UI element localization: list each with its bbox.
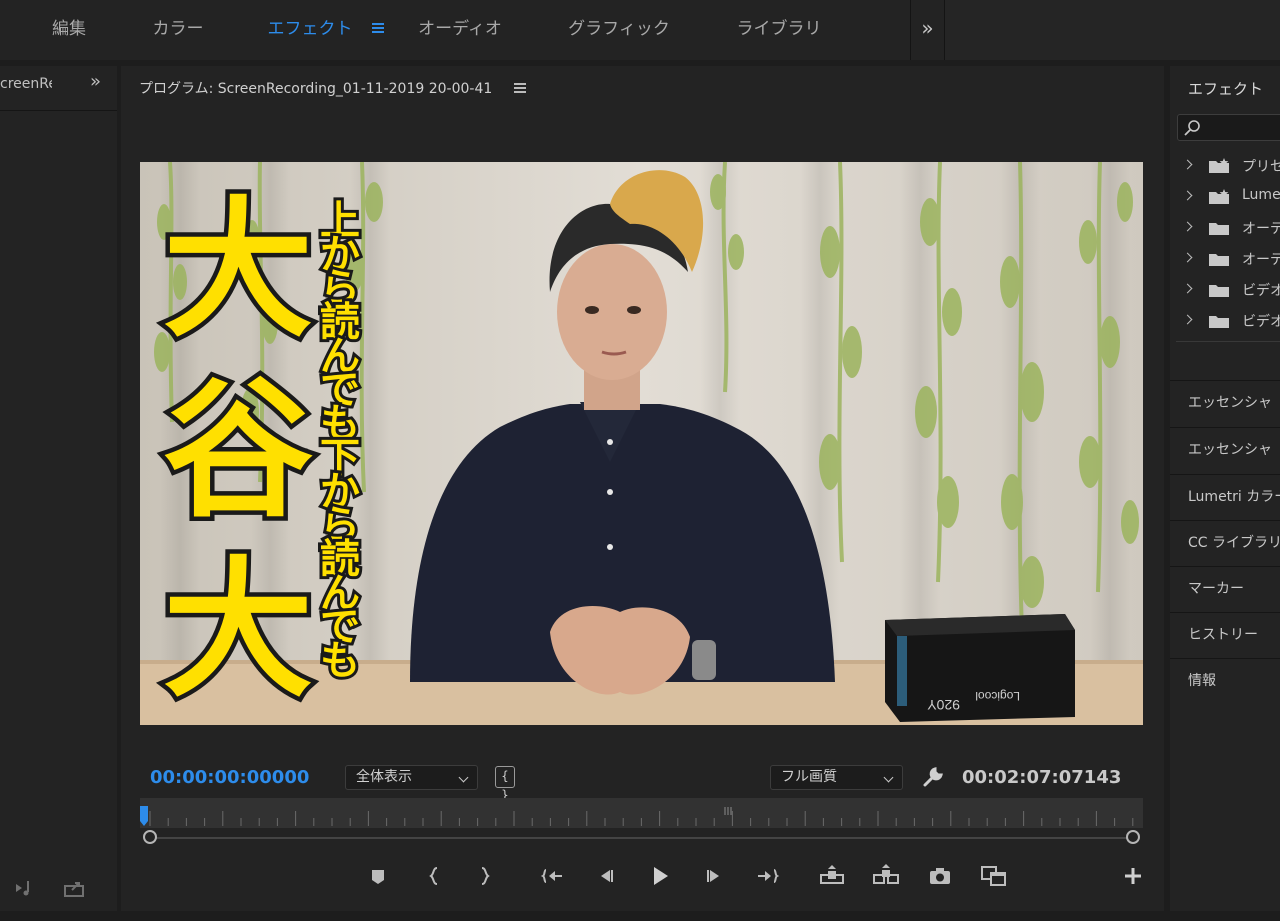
title-overlay: 大 谷 大 bbox=[158, 180, 317, 723]
mark-in-icon[interactable] bbox=[420, 861, 450, 891]
effects-tree-item[interactable]: Lumetri bbox=[1170, 181, 1280, 211]
person-face bbox=[557, 244, 667, 380]
chevron-down-icon bbox=[458, 772, 469, 783]
add-marker-icon[interactable] bbox=[363, 861, 393, 891]
effects-tree-item[interactable]: オーディ bbox=[1170, 212, 1280, 242]
collapsed-panel-header[interactable]: CC ライブラリ bbox=[1170, 520, 1280, 564]
workspace-overflow-icon[interactable]: » bbox=[910, 0, 945, 60]
time-ruler[interactable] bbox=[140, 798, 1143, 828]
program-monitor-title[interactable]: プログラム: ScreenRecording_01-11-2019 20-00-… bbox=[139, 78, 492, 98]
effects-tree-item-label: ビデオ bbox=[1242, 314, 1280, 330]
current-timecode[interactable]: 00:00:00:00000 bbox=[150, 767, 309, 788]
title-char-1: 大 bbox=[163, 184, 313, 358]
wrench-icon[interactable] bbox=[921, 765, 945, 789]
step-back-icon[interactable] bbox=[591, 861, 621, 891]
zoom-scroll-bar[interactable] bbox=[140, 830, 1143, 846]
project-footer-icons bbox=[14, 878, 107, 902]
effects-tree-item[interactable]: プリセ bbox=[1170, 150, 1280, 180]
lift-icon[interactable] bbox=[817, 861, 847, 891]
workspace-tab-audio[interactable]: オーディオ bbox=[410, 0, 510, 60]
workspace-tab-libraries[interactable]: ライブラリ bbox=[725, 0, 833, 60]
workspace-bar-filler bbox=[945, 0, 1280, 60]
export-frame-camera-icon[interactable] bbox=[925, 861, 955, 891]
collapsed-panel-header[interactable]: Lumetri カラー bbox=[1170, 474, 1280, 518]
chevron-right-icon[interactable] bbox=[1182, 252, 1193, 263]
effects-tree-item[interactable]: オーディ bbox=[1170, 243, 1280, 273]
quality-dropdown-value: フル画質 bbox=[781, 769, 837, 785]
effects-tree-item[interactable]: ビデオ bbox=[1170, 305, 1280, 335]
extract-icon[interactable] bbox=[871, 861, 901, 891]
program-monitor: プログラム: ScreenRecording_01-11-2019 20-00-… bbox=[121, 66, 1164, 911]
go-to-in-icon[interactable] bbox=[538, 861, 568, 891]
chevron-right-icon[interactable] bbox=[1182, 283, 1193, 294]
quality-dropdown[interactable]: フル画質 bbox=[770, 765, 903, 790]
folder-icon bbox=[1209, 316, 1229, 328]
title-char-2: 谷 bbox=[163, 364, 313, 538]
panel-overflow-icon[interactable]: » bbox=[90, 71, 101, 92]
effects-tree-item-label: ビデオ bbox=[1242, 283, 1280, 299]
chevron-down-icon bbox=[883, 772, 894, 783]
folder-icon bbox=[1209, 285, 1229, 297]
mark-out-icon[interactable] bbox=[469, 861, 499, 891]
audio-clip-icon[interactable] bbox=[14, 878, 38, 898]
effects-tree-item[interactable]: ビデオ bbox=[1170, 274, 1280, 304]
workspace-menu-icon[interactable] bbox=[370, 20, 386, 36]
search-icon bbox=[1184, 120, 1200, 136]
duration-timecode: 00:02:07:07143 bbox=[962, 767, 1122, 788]
chevron-right-icon[interactable] bbox=[1182, 190, 1193, 201]
svg-text:Logicool: Logicool bbox=[975, 689, 1020, 703]
folder-icon bbox=[1209, 223, 1229, 235]
step-forward-icon[interactable] bbox=[699, 861, 729, 891]
chevron-right-icon[interactable] bbox=[1182, 159, 1193, 170]
svg-text:920Y: 920Y bbox=[927, 697, 960, 713]
preset-folder-icon bbox=[1209, 189, 1229, 204]
chevron-right-icon[interactable] bbox=[1182, 314, 1193, 325]
collapsed-panel-header[interactable]: 情報 bbox=[1170, 658, 1280, 702]
effects-tree-bottom-border bbox=[1176, 341, 1280, 342]
video-preview[interactable]: Logicool 920Y 大 谷 大 上から読んでも下から読んでも bbox=[140, 162, 1143, 725]
transport-controls bbox=[121, 861, 1164, 891]
effects-panel-title[interactable]: エフェクト bbox=[1188, 78, 1263, 99]
subtitle-glyph: も bbox=[320, 638, 360, 684]
zoom-track bbox=[150, 837, 1133, 839]
fit-dropdown[interactable]: 全体表示 bbox=[345, 765, 478, 790]
play-icon[interactable] bbox=[645, 861, 675, 891]
effects-tree-item-label: オーディ bbox=[1242, 252, 1280, 268]
fit-dropdown-value: 全体表示 bbox=[356, 769, 412, 785]
project-panel: creenRec » bbox=[0, 66, 117, 911]
export-icon[interactable] bbox=[63, 878, 87, 898]
project-tab-label[interactable]: creenRec bbox=[0, 76, 52, 92]
collapsed-panel-header[interactable]: エッセンシャ bbox=[1170, 380, 1280, 424]
chevron-right-icon[interactable] bbox=[1182, 221, 1193, 232]
effects-tree-item-label: Lumetri bbox=[1242, 187, 1280, 203]
product-box: Logicool 920Y bbox=[885, 614, 1075, 722]
collapsed-panel-header[interactable]: マーカー bbox=[1170, 566, 1280, 610]
workspace-tab-edit[interactable]: 編集 bbox=[38, 0, 100, 60]
title-char-3: 大 bbox=[163, 544, 313, 718]
comparison-view-icon[interactable] bbox=[979, 861, 1009, 891]
effects-panel: エフェクト プリセLumetriオーディオーディビデオビデオ エッセンシャエッセ… bbox=[1170, 66, 1280, 911]
folder-icon bbox=[1209, 254, 1229, 266]
workspace-tab-graphics[interactable]: グラフィック bbox=[560, 0, 678, 60]
effects-tree-item-label: プリセ bbox=[1242, 159, 1280, 175]
add-button-icon[interactable] bbox=[1118, 861, 1148, 891]
workspace-tab-color[interactable]: カラー bbox=[140, 0, 216, 60]
safe-margin-button[interactable]: { } bbox=[495, 766, 515, 802]
program-monitor-menu-icon[interactable] bbox=[514, 82, 526, 94]
zoom-handle-left[interactable] bbox=[143, 830, 157, 844]
workspace-tab-effects[interactable]: エフェクト bbox=[260, 0, 360, 60]
go-to-out-icon[interactable] bbox=[752, 861, 782, 891]
preset-folder-icon bbox=[1209, 158, 1229, 173]
panel-divider bbox=[0, 110, 117, 111]
collapsed-panel-header[interactable]: エッセンシャ bbox=[1170, 427, 1280, 471]
workspace-bar: 編集 カラー エフェクト オーディオ グラフィック ライブラリ » bbox=[0, 0, 1280, 60]
effects-tree-item-label: オーディ bbox=[1242, 221, 1280, 237]
vertical-subtitle: 上から読んでも下から読んでも bbox=[317, 195, 363, 687]
collapsed-panel-header[interactable]: ヒストリー bbox=[1170, 612, 1280, 656]
zoom-handle-right[interactable] bbox=[1126, 830, 1140, 844]
effects-search-input[interactable] bbox=[1177, 114, 1280, 141]
